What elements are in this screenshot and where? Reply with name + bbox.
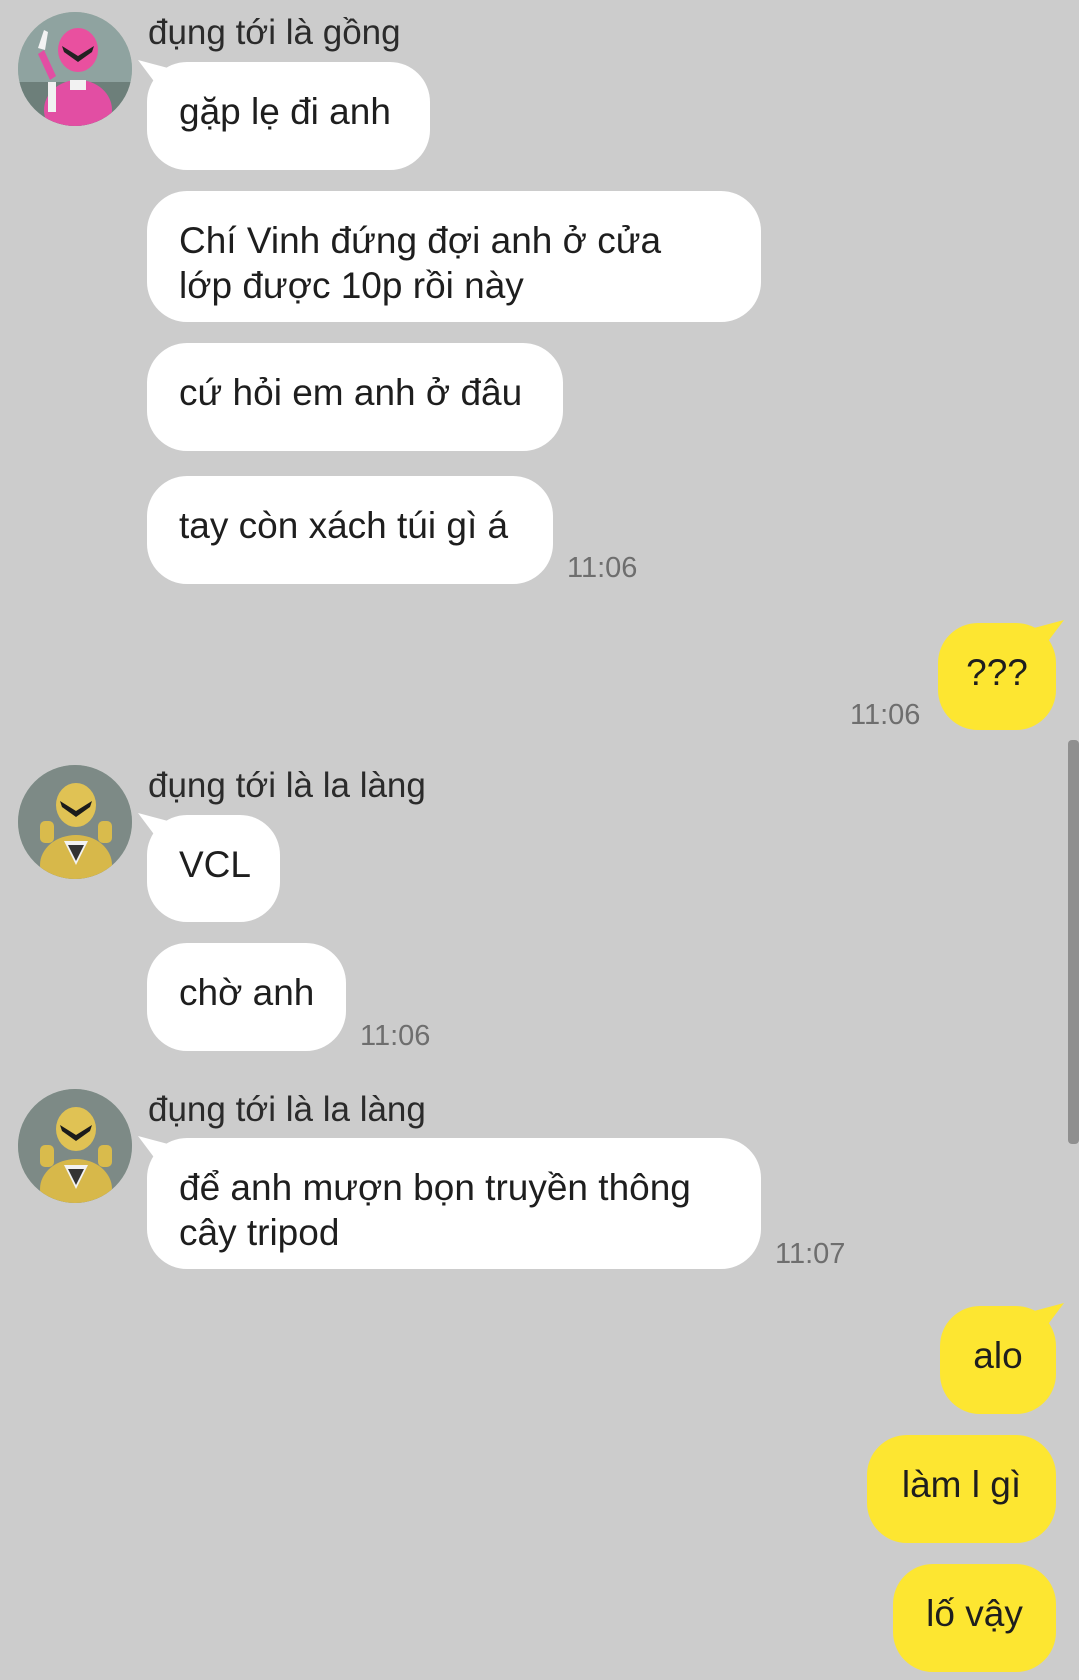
message-timestamp: 11:06 bbox=[567, 552, 638, 584]
message-bubble[interactable]: cứ hỏi em anh ở đâu bbox=[147, 343, 563, 451]
message-bubble[interactable]: gặp lẹ đi anh bbox=[147, 62, 430, 170]
bubble-tail bbox=[1034, 620, 1064, 644]
message-bubble[interactable]: chờ anh bbox=[147, 943, 346, 1051]
message-timestamp: 11:07 bbox=[775, 1238, 846, 1270]
message-text: VCL bbox=[179, 844, 251, 885]
message-text: gặp lẹ đi anh bbox=[179, 91, 391, 132]
message-timestamp: 11:06 bbox=[360, 1020, 431, 1052]
bubble-tail bbox=[138, 813, 168, 837]
my-message-bubble[interactable]: lố vậy bbox=[893, 1564, 1056, 1672]
message-bubble[interactable]: Chí Vinh đứng đợi anh ở cửa lớp được 10p… bbox=[147, 191, 761, 322]
message-bubble[interactable]: tay còn xách túi gì á bbox=[147, 476, 553, 584]
yellow-ranger-avatar-icon[interactable] bbox=[18, 1089, 132, 1203]
bubble-tail bbox=[1034, 1303, 1064, 1327]
message-text: làm l gì bbox=[901, 1464, 1022, 1505]
sender-name: đụng tới là la làng bbox=[148, 1090, 426, 1129]
message-text-line: lớp được 10p rồi này bbox=[179, 265, 524, 306]
message-text-line: cây tripod bbox=[179, 1212, 340, 1253]
yellow-ranger-avatar-icon[interactable] bbox=[18, 765, 132, 879]
message-text-line: để anh mượn bọn truyền thông bbox=[179, 1167, 691, 1208]
message-bubble[interactable]: để anh mượn bọn truyền thông cây tripod bbox=[147, 1138, 761, 1269]
message-text: alo bbox=[973, 1335, 1023, 1376]
message-text: ??? bbox=[966, 652, 1028, 693]
message-text: tay còn xách túi gì á bbox=[179, 505, 509, 546]
scrollbar[interactable] bbox=[1068, 740, 1079, 1144]
my-message-bubble[interactable]: làm l gì bbox=[867, 1435, 1056, 1543]
message-text: cứ hỏi em anh ở đâu bbox=[179, 372, 523, 413]
message-text: chờ anh bbox=[179, 972, 315, 1013]
message-timestamp: 11:06 bbox=[850, 699, 921, 731]
bubble-tail bbox=[138, 1136, 168, 1160]
pink-ranger-avatar-icon[interactable] bbox=[18, 12, 132, 126]
bubble-tail bbox=[138, 60, 168, 84]
sender-name: đụng tới là gồng bbox=[148, 13, 401, 52]
message-text: lố vậy bbox=[926, 1593, 1023, 1634]
sender-name: đụng tới là la làng bbox=[148, 766, 426, 805]
message-text-line: Chí Vinh đứng đợi anh ở cửa bbox=[179, 220, 662, 261]
